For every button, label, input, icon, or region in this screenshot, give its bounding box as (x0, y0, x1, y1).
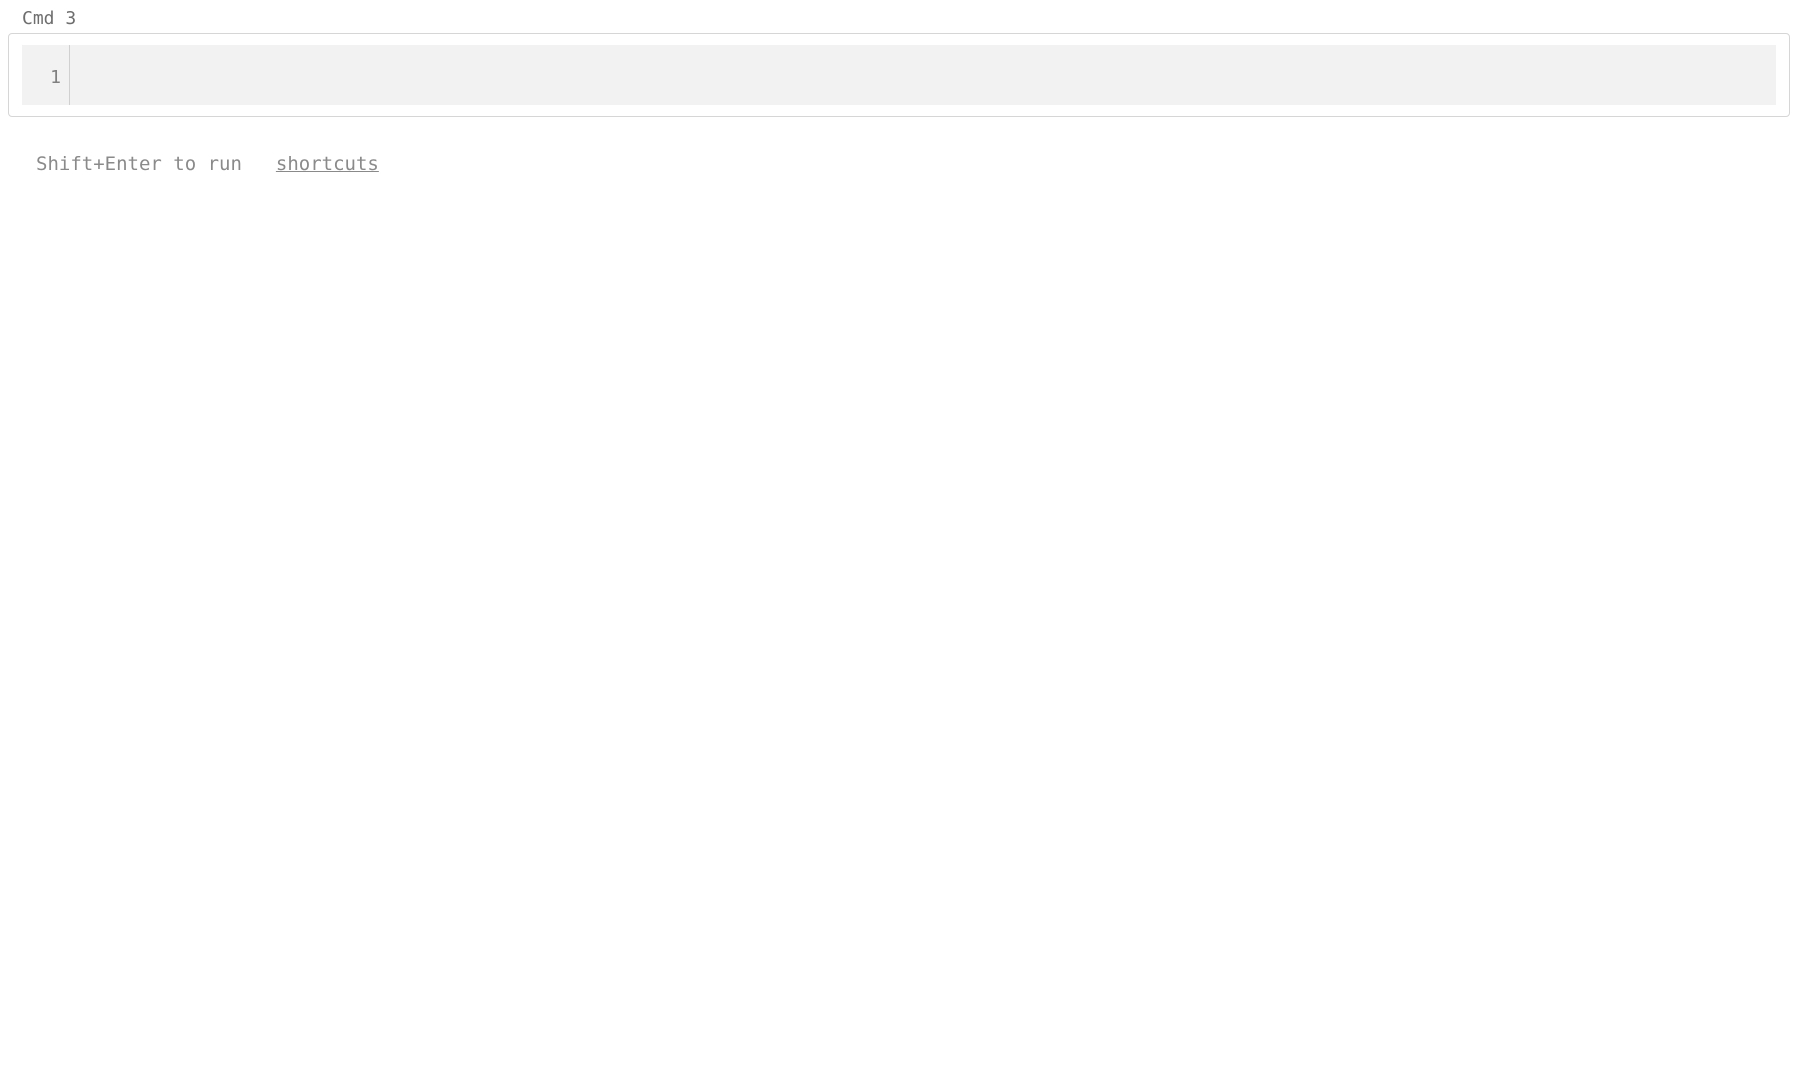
line-number: 1 (22, 67, 61, 88)
code-editor[interactable]: 1 (22, 45, 1776, 105)
code-input-area[interactable] (70, 45, 1776, 105)
code-cell-container: 1 (8, 33, 1790, 117)
run-hint-text: Shift+Enter to run (36, 153, 242, 175)
footer-hints: Shift+Enter to run shortcuts (36, 153, 1790, 175)
line-number-gutter: 1 (22, 45, 70, 105)
shortcuts-link[interactable]: shortcuts (276, 153, 379, 175)
cell-label: Cmd 3 (22, 8, 1790, 29)
